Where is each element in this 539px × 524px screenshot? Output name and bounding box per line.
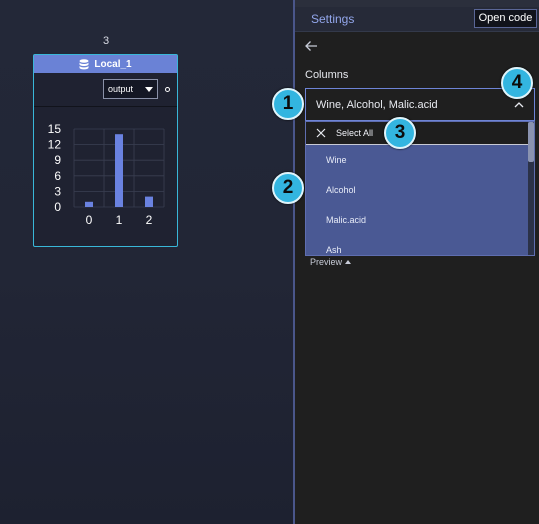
chart-xtick-label: 0 (86, 213, 93, 227)
chart-ytick-label: 12 (48, 138, 62, 152)
output-port[interactable] (165, 87, 170, 92)
chart-xtick-label: 2 (146, 213, 153, 227)
chart-ytick-label: 0 (54, 200, 61, 214)
option-ash[interactable]: Ash (306, 235, 528, 255)
node-chart: 151296300 1 2 (48, 122, 165, 227)
chart-bar (145, 196, 153, 207)
node-local-1[interactable]: Local_1 output 15 12 9 6 3 0 0 1 2 (33, 54, 178, 247)
callout-badge-3: 3 (384, 117, 416, 149)
caret-up-icon (345, 260, 352, 264)
preview-toggle[interactable]: Preview (310, 257, 352, 267)
chevron-up-icon[interactable] (514, 101, 524, 108)
select-all-label: Select All (336, 128, 374, 138)
option-wine[interactable]: Wine (306, 145, 528, 175)
database-icon (79, 58, 89, 69)
arrow-left-icon[interactable] (304, 39, 318, 53)
chart-bar (115, 134, 123, 207)
chart-ytick-label: 15 (48, 122, 62, 136)
open-code-button[interactable]: Open code (474, 9, 537, 28)
output-select[interactable]: output (103, 79, 158, 99)
chart-ytick-label: 3 (54, 184, 61, 198)
preview-label: Preview (310, 257, 343, 267)
node-title: Local_1 (94, 58, 132, 70)
callout-badge-4: 4 (501, 67, 533, 99)
option-malic-acid[interactable]: Malic.acid (306, 205, 528, 235)
dropdown-scroll-thumb[interactable] (528, 122, 534, 162)
columns-multiselect[interactable]: Wine, Alcohol, Malic.acid (305, 88, 535, 121)
chart-bar (85, 201, 93, 207)
tab-settings[interactable]: Settings (311, 12, 354, 26)
node-count: 3 (102, 35, 110, 47)
columns-label: Columns (305, 69, 349, 81)
columns-dropdown: Select All Wine Alcohol Malic.acid Ash (305, 121, 535, 256)
caret-down-icon (145, 87, 153, 92)
close-icon (316, 128, 326, 138)
callout-badge-1: 1 (272, 88, 304, 120)
columns-selected-value: Wine, Alcohol, Malic.acid (316, 99, 438, 111)
panel-top-strip (295, 0, 539, 7)
option-alcohol[interactable]: Alcohol (306, 175, 528, 205)
callout-badge-2: 2 (272, 172, 304, 204)
panel-header: Settings Open code (295, 7, 539, 32)
chart-ytick-label: 6 (54, 169, 61, 183)
chart-ytick-label: 9 (54, 153, 61, 167)
workflow-canvas[interactable]: 3 Local_1 output 15 12 9 6 3 0 0 1 2 (0, 0, 294, 524)
select-all-option[interactable]: Select All (306, 122, 528, 145)
output-select-value: output (108, 84, 134, 94)
node-header[interactable]: Local_1 (34, 55, 177, 73)
node-toolbar: output (34, 73, 177, 107)
chart-xtick-label: 1 (116, 213, 123, 227)
